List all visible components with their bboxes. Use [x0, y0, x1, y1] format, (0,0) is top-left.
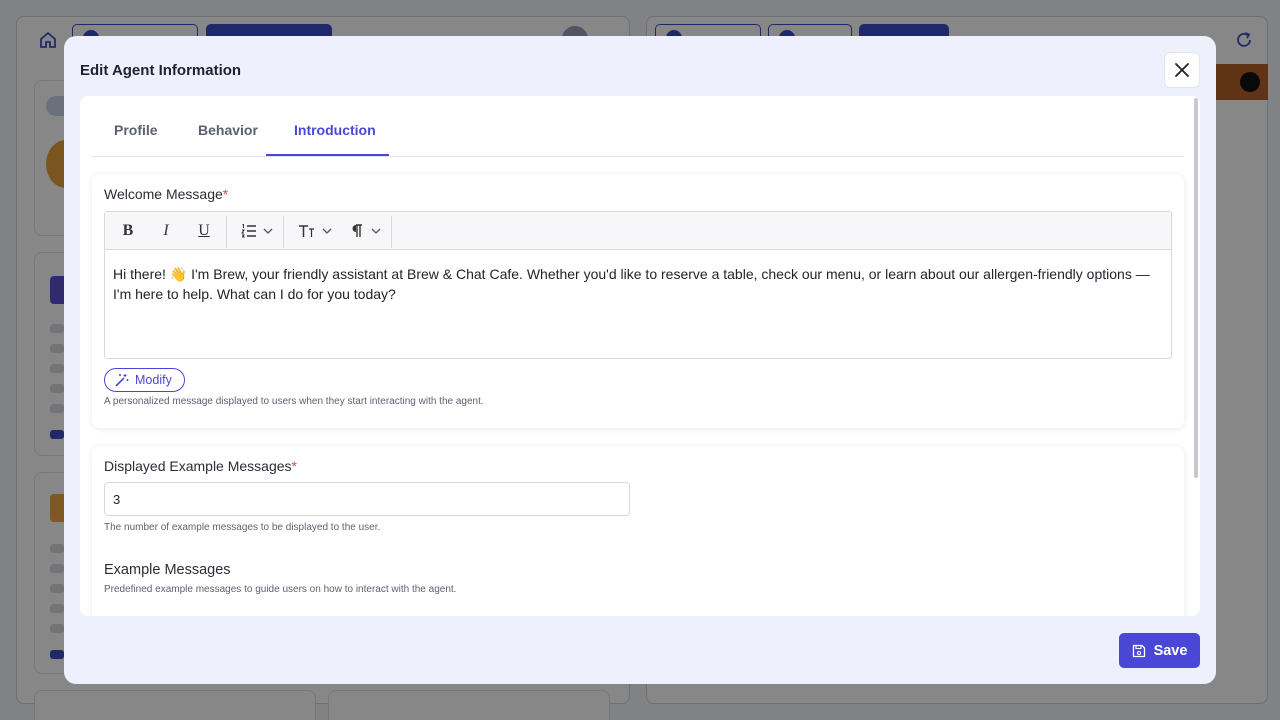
required-mark: *	[222, 186, 229, 202]
italic-button[interactable]: I	[151, 212, 181, 250]
bold-button[interactable]: B	[113, 212, 143, 250]
floppy-disk-icon	[1132, 644, 1145, 657]
tab-introduction[interactable]: Introduction	[294, 122, 376, 138]
tab-behavior[interactable]: Behavior	[198, 122, 258, 138]
required-mark: *	[291, 458, 297, 474]
modal-content-panel[interactable]: Profile Behavior Introduction Welcome Me…	[80, 96, 1200, 616]
chevron-down-icon	[322, 228, 332, 234]
underline-button[interactable]: U	[189, 212, 219, 250]
edit-agent-modal: Edit Agent Information Profile Behavior …	[64, 36, 1216, 684]
welcome-message-label: Welcome Message*	[104, 186, 229, 202]
example-messages-title: Example Messages	[104, 562, 231, 578]
chevron-down-icon	[263, 228, 273, 234]
magic-wand-icon	[115, 374, 129, 387]
list-dropdown[interactable]	[233, 212, 281, 250]
text-size-dropdown[interactable]	[291, 212, 339, 250]
close-button[interactable]	[1164, 52, 1200, 88]
tab-bar: Profile Behavior Introduction	[92, 96, 1184, 157]
toolbar-divider	[283, 216, 284, 248]
active-tab-indicator	[266, 154, 389, 156]
paragraph-dropdown[interactable]	[343, 212, 389, 250]
paragraph-icon	[352, 224, 362, 237]
welcome-message-text[interactable]: Hi there! 👋 I'm Brew, your friendly assi…	[113, 264, 1163, 304]
scrollbar[interactable]	[1194, 98, 1198, 478]
example-messages-help: Predefined example messages to guide use…	[104, 584, 457, 595]
toolbar-divider	[226, 216, 227, 248]
close-icon	[1175, 63, 1189, 77]
welcome-message-editor[interactable]: B I U Hi there! 👋 I'm Brew, your friendl…	[104, 211, 1172, 359]
welcome-message-section: Welcome Message* B I U Hi there! 👋 I'm B…	[92, 174, 1184, 428]
tab-profile[interactable]: Profile	[114, 122, 158, 138]
text-size-icon	[299, 225, 314, 237]
save-button-label: Save	[1153, 642, 1188, 659]
modify-button[interactable]: Modify	[104, 368, 185, 392]
example-count-input[interactable]	[104, 482, 630, 516]
modify-button-label: Modify	[135, 373, 172, 387]
chevron-down-icon	[371, 228, 381, 234]
example-count-label: Displayed Example Messages*	[104, 458, 297, 474]
editor-toolbar: B I U	[105, 212, 1171, 250]
example-messages-section: Displayed Example Messages* The number o…	[92, 446, 1184, 616]
example-count-help: The number of example messages to be dis…	[104, 522, 381, 533]
welcome-message-help: A personalized message displayed to user…	[104, 396, 484, 407]
ordered-list-icon	[241, 224, 256, 238]
toolbar-divider	[391, 216, 392, 248]
save-button[interactable]: Save	[1119, 633, 1200, 668]
modal-title: Edit Agent Information	[80, 62, 242, 79]
